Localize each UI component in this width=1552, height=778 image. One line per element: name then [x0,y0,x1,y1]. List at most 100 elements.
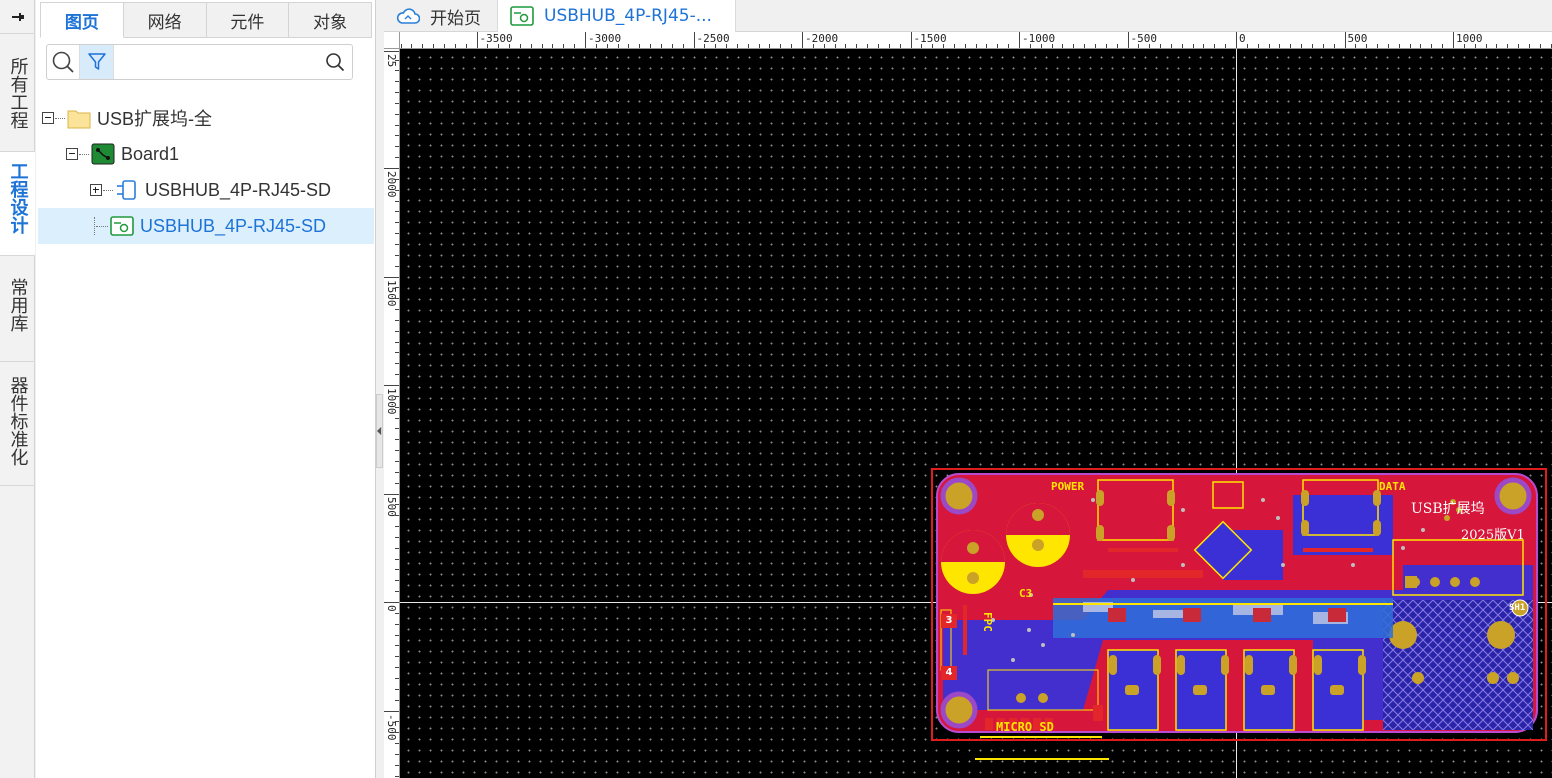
ruler-minor-tick [395,515,399,517]
panel-collapse-handle[interactable] [376,394,383,468]
ruler-minor-tick [395,460,399,462]
ruler-minor-tick [1322,44,1324,48]
ruler-minor-tick [395,602,399,603]
ruler-minor-tick [395,385,399,386]
ruler-minor-tick [530,44,532,48]
ruler-label: 2000 [385,171,398,198]
ruler-minor-tick [1474,44,1476,48]
ruler-minor-tick [395,558,399,560]
search-input[interactable] [113,46,319,78]
ruler-minor-tick [1539,44,1541,48]
ruler-label: 1500 [385,279,398,307]
ruler-label: -2500 [696,32,730,45]
ruler-minor-tick [639,44,641,48]
vtab-common-library[interactable]: 常用库 [0,256,35,362]
ruler-minor-tick [769,44,771,48]
ruler-minor-tick [1344,44,1346,48]
search-submit-icon[interactable] [319,45,352,79]
tree-item-project[interactable]: USB扩展坞-全 [42,100,372,136]
left-panel: 图页 网络 元件 对象 USB扩展坞-全 Board1 USBHUB_4P-RJ… [36,0,376,778]
tree-item-pcb[interactable]: USBHUB_4P-RJ45-SD [38,208,374,244]
ruler-minor-tick [1192,44,1194,48]
tree-item-label: USB扩展坞-全 [97,109,213,129]
ruler-minor-tick [395,319,399,321]
vtab-component-standardization[interactable]: 器件标准化 [0,362,35,486]
vtab-project-design[interactable]: 工程设计 [0,152,35,256]
silk-version: 2025版V1 [1461,528,1525,543]
ruler-minor-tick [1149,44,1151,48]
ruler-minor-tick [1507,44,1509,48]
pcb-board[interactable]: POWER DATA USB扩展坞 2025版V1 MICRO SD FPC C… [931,468,1547,741]
ruler-minor-tick [552,44,554,48]
horizontal-ruler[interactable]: -3500 -3000 -2500 -2000 -1500 -1000 -500 0 500 10… [400,32,1552,49]
tab-objects[interactable]: 对象 [289,2,372,38]
tab-components[interactable]: 元件 [206,2,290,38]
filter-icon[interactable] [80,45,114,79]
ruler-minor-tick [395,309,399,311]
ruler-label: 25 [385,54,398,68]
ruler-minor-tick [693,44,695,48]
ruler-minor-tick [395,287,399,289]
ruler-minor-tick [899,44,901,48]
vertical-ruler[interactable]: 25 2000 1500 1000 500 0 -500 [384,49,400,778]
expand-toggle-icon[interactable] [90,184,102,196]
ruler-minor-tick [395,504,399,506]
ruler-minor-tick [395,417,399,419]
tab-nets[interactable]: 网络 [123,2,207,38]
collapse-toggle-icon[interactable] [42,112,54,124]
ruler-minor-tick [1463,44,1465,48]
collapse-toggle-icon[interactable] [66,148,78,160]
ruler-minor-tick [395,352,399,354]
vtab-all-projects[interactable]: 所有工程 [0,35,35,152]
ruler-minor-tick [395,406,399,408]
ruler-minor-tick [395,699,399,701]
ruler-minor-tick [395,59,399,61]
cloud-icon [396,7,420,25]
ruler-minor-tick [395,276,399,278]
ruler-minor-tick [454,44,456,48]
ruler-label: 1000 [1456,32,1483,45]
silk-line [980,736,1102,738]
ruler-minor-tick [487,44,489,48]
ruler-minor-tick [1257,44,1259,48]
ruler-minor-tick [395,178,399,180]
ruler-minor-tick [856,44,858,48]
doc-tab-start-page[interactable]: 开始页 [384,0,498,32]
ruler-minor-tick [1029,44,1031,48]
doc-tab-pcb[interactable]: USBHUB_4P-RJ45-... [498,0,736,32]
ruler-minor-tick [498,44,500,48]
ruler-minor-tick [395,591,399,593]
folder-icon [67,107,91,129]
ruler-minor-tick [395,743,399,745]
pcb-canvas[interactable]: POWER DATA USB扩展坞 2025版V1 MICRO SD FPC C… [400,49,1552,778]
ruler-label: 500 [1347,32,1368,45]
ruler-minor-tick [395,211,399,213]
silk-fpc-label: FPC [981,612,994,632]
ruler-minor-tick [395,526,399,528]
tree-item-schematic[interactable]: USBHUB_4P-RJ45-SD [90,172,372,208]
ruler-minor-tick [682,44,684,48]
ruler-minor-tick [1236,44,1237,48]
ruler-minor-tick [395,536,399,538]
ruler-minor-tick [1453,44,1454,48]
ruler-minor-tick [395,764,399,766]
ruler-minor-tick [975,44,977,48]
tree-item-board[interactable]: Board1 [66,136,372,172]
ruler-minor-tick [395,482,399,484]
ruler-minor-tick [1528,44,1530,48]
search-icon[interactable] [47,45,81,79]
pin-icon[interactable] [0,0,35,34]
ruler-minor-tick [395,254,399,256]
ruler-minor-tick [802,44,803,48]
tab-pages[interactable]: 图页 [40,2,124,38]
ruler-minor-tick [395,732,399,734]
ruler-minor-tick [433,44,435,48]
ruler-minor-tick [395,157,399,159]
ruler-minor-tick [395,667,399,669]
ruler-label: -2000 [805,32,839,45]
ruler-minor-tick [726,44,728,48]
ruler-minor-tick [1409,44,1411,48]
ruler-minor-tick [758,44,760,48]
ruler-minor-tick [986,44,988,48]
ruler-minor-tick [1311,44,1313,48]
